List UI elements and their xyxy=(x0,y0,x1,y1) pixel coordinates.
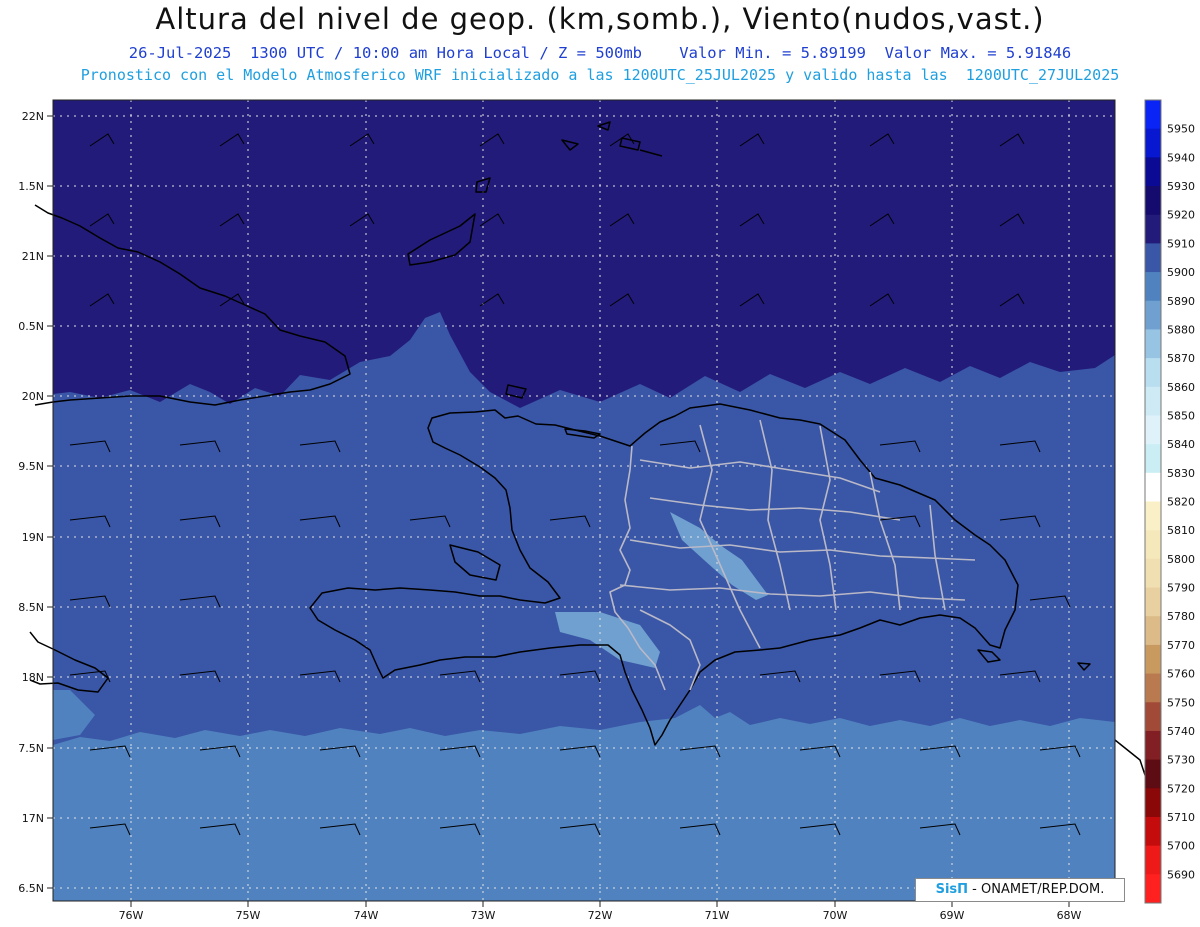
colorbar-label: 5920 xyxy=(1167,209,1195,222)
colorbar-swatch xyxy=(1145,300,1161,330)
colorbar-swatch xyxy=(1145,759,1161,789)
colorbar-swatch xyxy=(1145,415,1161,445)
colorbar-label: 5770 xyxy=(1167,639,1195,652)
lat-tick-label: 6.5N xyxy=(18,882,44,895)
colorbar-swatch xyxy=(1145,157,1161,187)
colorbar-label: 5930 xyxy=(1167,180,1195,193)
lat-tick-label: 8.5N xyxy=(18,601,44,614)
colorbar-label: 5740 xyxy=(1167,725,1195,738)
colorbar-swatch xyxy=(1145,472,1161,502)
lon-tick-label: 73W xyxy=(471,909,496,922)
lat-tick-label: 9.5N xyxy=(18,460,44,473)
colorbar-swatch xyxy=(1145,272,1161,302)
colorbar-label: 5710 xyxy=(1167,811,1195,824)
lat-tick-label: 0.5N xyxy=(18,320,44,333)
colorbar-label: 5940 xyxy=(1167,151,1195,164)
lon-tick-label: 71W xyxy=(705,909,730,922)
colorbar-label: 5900 xyxy=(1167,266,1195,279)
colorbar-label: 5870 xyxy=(1167,352,1195,365)
lon-tick-label: 72W xyxy=(588,909,613,922)
latitude-axis: 22N 1.5N 21N 0.5N 20N 9.5N 19N 8.5N 18N 7.5N 17N 6.… xyxy=(18,110,53,895)
colorbar-swatch xyxy=(1145,186,1161,216)
colorbar-swatch xyxy=(1145,358,1161,388)
lon-tick-label: 74W xyxy=(354,909,379,922)
lat-tick-label: 19N xyxy=(22,531,44,544)
lon-tick-label: 68W xyxy=(1057,909,1082,922)
colorbar-swatch xyxy=(1145,243,1161,273)
colorbar-label: 5780 xyxy=(1167,610,1195,623)
geopotential-band-5890 xyxy=(53,705,1115,901)
map-plot-area xyxy=(53,100,1115,901)
colorbar-swatch xyxy=(1145,816,1161,847)
colorbar-label: 5950 xyxy=(1167,123,1195,136)
colorbar-label: 5720 xyxy=(1167,782,1195,795)
colorbar-label: 5730 xyxy=(1167,754,1195,767)
colorbar-swatch xyxy=(1145,874,1161,904)
credit-box: SisΠ - ONAMET/REP.DOM. xyxy=(915,878,1125,902)
lon-tick-label: 70W xyxy=(823,909,848,922)
colorbar-swatch xyxy=(1145,444,1161,474)
colorbar-label: 5880 xyxy=(1167,323,1195,336)
colorbar-swatch xyxy=(1145,616,1161,646)
colorbar-label: 5810 xyxy=(1167,524,1195,537)
lat-tick-label: 21N xyxy=(22,250,44,263)
colorbar-swatch xyxy=(1145,558,1161,588)
credit-text: - ONAMET/REP.DOM. xyxy=(968,882,1105,897)
colorbar-swatch xyxy=(1145,386,1161,416)
colorbar-label: 5830 xyxy=(1167,467,1195,480)
colorbar-swatch xyxy=(1145,644,1161,674)
colorbar-swatch xyxy=(1145,730,1161,761)
colorbar-swatch xyxy=(1145,501,1161,531)
colorbar-label: 5910 xyxy=(1167,237,1195,250)
lat-tick-label: 17N xyxy=(22,812,44,825)
colorbar-swatch xyxy=(1145,702,1161,732)
lon-tick-label: 76W xyxy=(119,909,144,922)
colorbar-swatch xyxy=(1145,788,1161,818)
map-figure: 22N 1.5N 21N 0.5N 20N 9.5N 19N 8.5N 18N 7.5N 17N 6.… xyxy=(18,99,1195,922)
brand-logo: SisΠ xyxy=(935,882,969,897)
lon-tick-label: 69W xyxy=(940,909,965,922)
lat-tick-label: 22N xyxy=(22,110,44,123)
colorbar-swatch xyxy=(1145,329,1161,359)
longitude-axis: 76W 75W 74W 73W 72W 71W 70W 69W 68W xyxy=(119,901,1082,922)
lon-tick-label: 75W xyxy=(236,909,261,922)
colorbar-label: 5790 xyxy=(1167,582,1195,595)
colorbar-label: 5820 xyxy=(1167,496,1195,509)
colorbar: 5950 5940 5930 5920 5910 5900 5890 5880 5870 5860… xyxy=(1144,99,1195,904)
colorbar-swatch xyxy=(1145,214,1161,244)
colorbar-swatch xyxy=(1145,845,1161,875)
colorbar-label: 5860 xyxy=(1167,381,1195,394)
colorbar-swatch xyxy=(1145,587,1161,617)
lat-tick-label: 18N xyxy=(22,671,44,684)
colorbar-swatch xyxy=(1145,100,1161,130)
colorbar-label: 5890 xyxy=(1167,295,1195,308)
colorbar-swatch xyxy=(1145,673,1161,703)
colorbar-label: 5750 xyxy=(1167,696,1195,709)
lat-tick-label: 1.5N xyxy=(18,180,44,193)
colorbar-label: 5700 xyxy=(1167,840,1195,853)
geopotential-band-5910 xyxy=(53,100,1115,408)
colorbar-swatch xyxy=(1145,530,1161,560)
colorbar-swatch xyxy=(1145,128,1161,158)
colorbar-label: 5840 xyxy=(1167,438,1195,451)
colorbar-label: 5690 xyxy=(1167,868,1195,881)
colorbar-label: 5760 xyxy=(1167,668,1195,681)
lat-tick-label: 20N xyxy=(22,390,44,403)
colorbar-label: 5850 xyxy=(1167,409,1195,422)
colorbar-label: 5800 xyxy=(1167,553,1195,566)
lat-tick-label: 7.5N xyxy=(18,742,44,755)
